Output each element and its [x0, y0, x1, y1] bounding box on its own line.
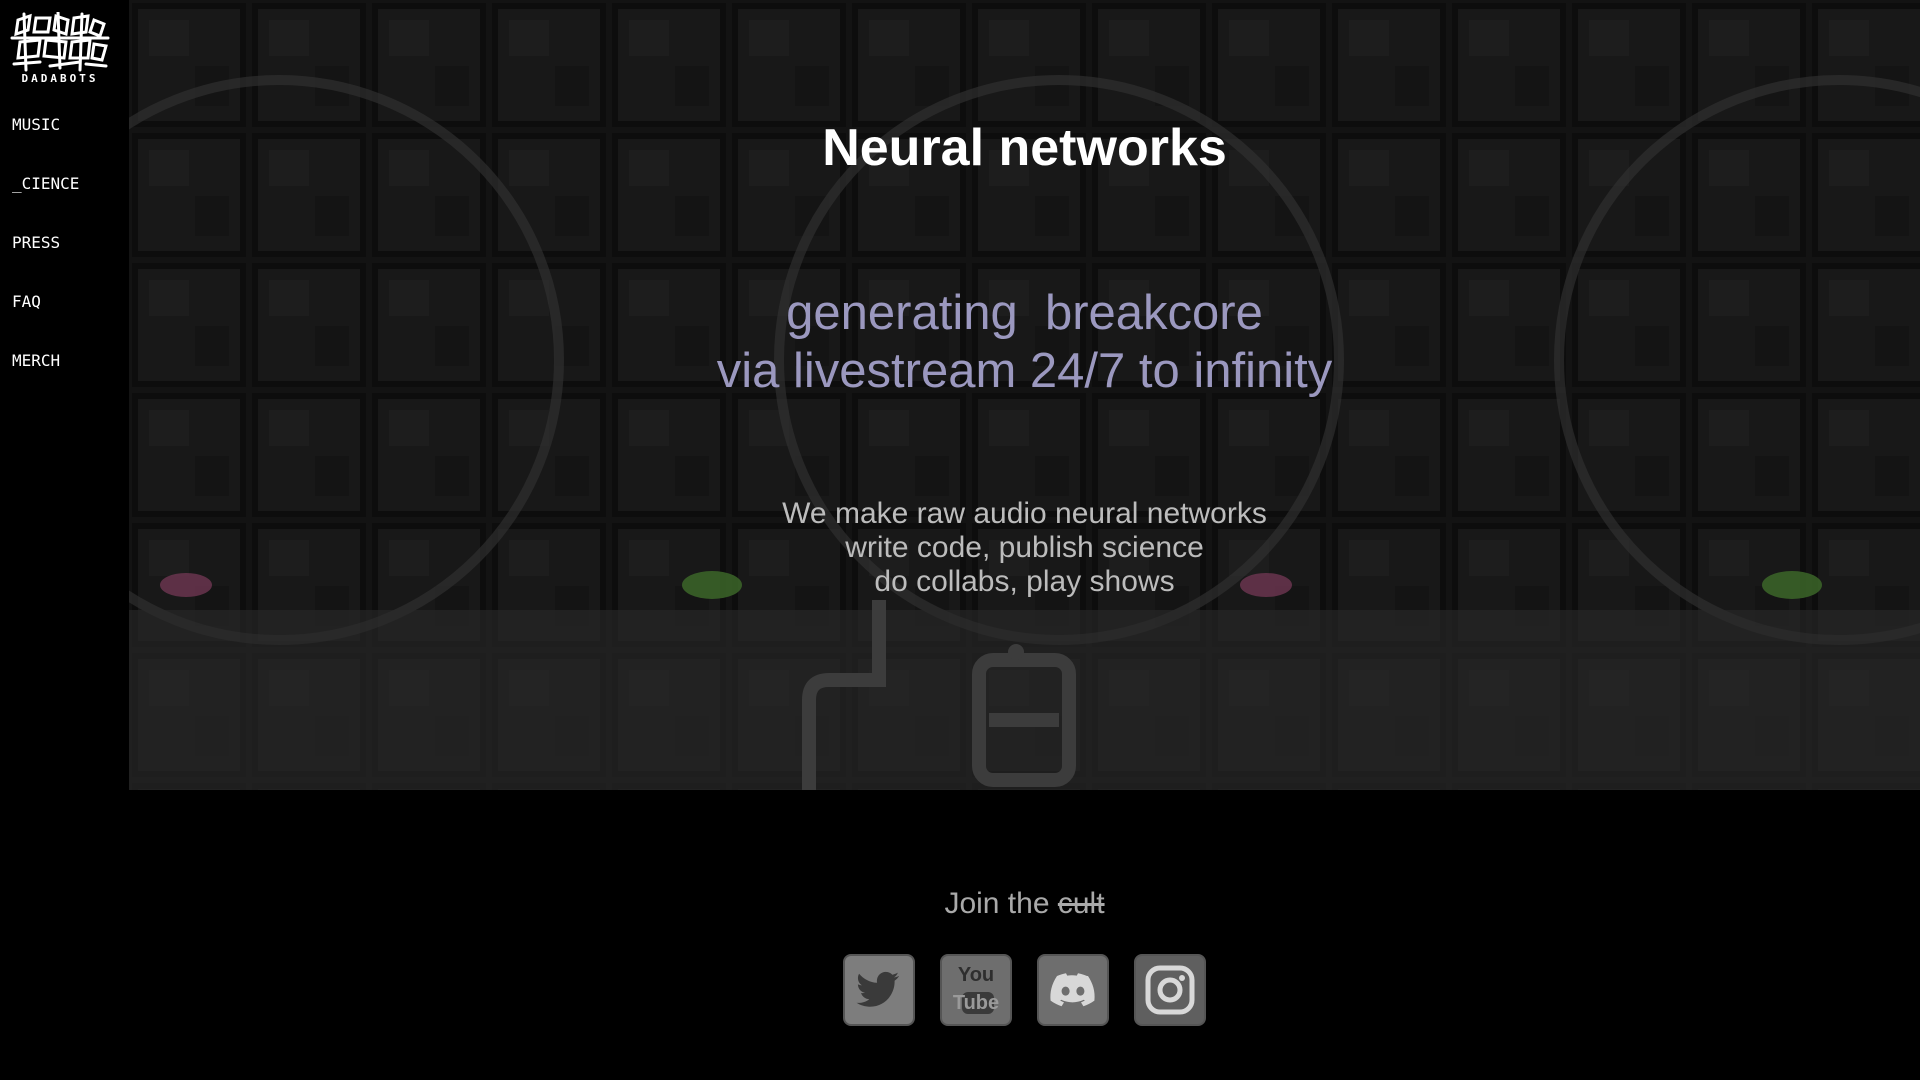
hero-description: We make raw audio neural networks write … — [129, 497, 1920, 599]
sidebar: DADABOTS MUSIC _CIENCE PRESS FAQ MERCH — [0, 0, 129, 1080]
discord-button[interactable] — [1037, 954, 1109, 1026]
nav-item-faq[interactable]: FAQ — [12, 291, 79, 350]
twitter-button[interactable] — [843, 954, 915, 1026]
desc-line-1: We make raw audio neural networks — [782, 497, 1267, 530]
join-heading: Join the cult — [129, 887, 1920, 921]
youtube-button[interactable]: You Tube — [940, 954, 1012, 1026]
instagram-button[interactable] — [1134, 954, 1206, 1026]
nav-item-music[interactable]: MUSIC — [12, 114, 79, 173]
instagram-icon — [1145, 965, 1195, 1015]
tagline-line-2: via livestream 24/7 to infinity — [716, 344, 1333, 398]
desc-line-3: do collabs, play shows — [874, 565, 1175, 598]
page-title: Neural networks — [822, 119, 1227, 177]
main-nav: MUSIC _CIENCE PRESS FAQ MERCH — [12, 114, 79, 409]
tagline-line-1: generating breakcore — [786, 286, 1263, 340]
dadabots-logo[interactable]: DADABOTS — [10, 10, 110, 86]
social-links: You Tube — [843, 954, 1207, 1026]
join-strike-text: cult — [1057, 887, 1105, 920]
nav-item-science[interactable]: _CIENCE — [12, 173, 79, 232]
logo-wordmark: DADABOTS — [21, 72, 99, 85]
nav-item-merch[interactable]: MERCH — [12, 350, 79, 409]
hero-tagline: generating breakcore via livestream 24/7… — [129, 284, 1920, 400]
twitter-icon — [856, 971, 899, 1007]
youtube-label-bottom: Tube — [952, 992, 1000, 1014]
nav-item-press[interactable]: PRESS — [12, 232, 79, 291]
discord-icon — [1050, 973, 1095, 1007]
hero-section: Neural networks generating breakcore via… — [129, 0, 1920, 790]
youtube-label-top: You — [957, 964, 995, 986]
logo-glyph-icon — [10, 10, 110, 72]
desc-line-2: write code, publish science — [845, 531, 1204, 564]
join-text: Join the — [944, 887, 1058, 920]
